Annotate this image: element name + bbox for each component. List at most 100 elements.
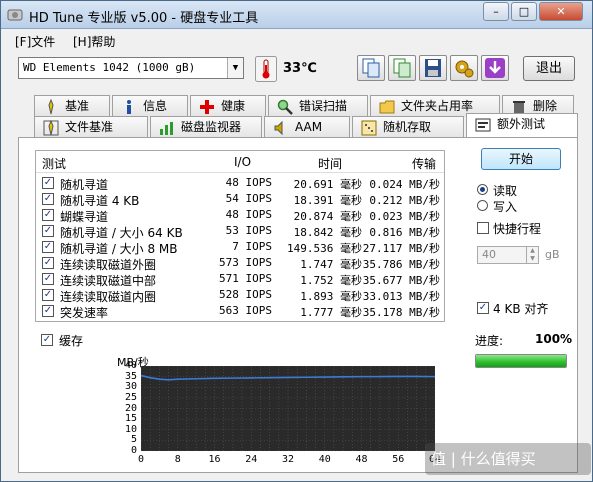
progress-label: 进度: [475, 334, 504, 348]
tab-info[interactable]: 信息 [112, 95, 188, 117]
row-checkbox[interactable]: ✓ [42, 289, 54, 301]
extra-tests-panel: 测试 I/O 时间 传输 ✓ 随机寻道 48 IOPS 20.691 毫秒 0.024 … [18, 137, 578, 473]
tab-label: 磁盘监视器 [181, 120, 242, 134]
quick-stroke-checkbox[interactable]: 快捷行程 [477, 220, 567, 236]
row-checkbox[interactable]: ✓ [42, 209, 54, 221]
tab-label: 信息 [143, 99, 168, 113]
maximize-button[interactable]: □ [511, 2, 537, 21]
copy-all-icon [393, 58, 411, 78]
random-access-icon [361, 120, 377, 136]
toolbar: WD Elements 1042 (1000 gB) ▼ 33℃ 退出 [1, 53, 592, 87]
align-4kb-checkbox[interactable]: ✓ 4 KB 对齐 [477, 300, 577, 316]
folder-usage-icon [379, 100, 395, 114]
row-iops: 571 IOPS [219, 272, 272, 285]
row-time: 1.752 毫秒 [300, 274, 362, 287]
row-iops: 7 IOPS [232, 240, 272, 253]
row-iops: 53 IOPS [225, 224, 272, 237]
tab-label: 随机存取 [383, 120, 432, 134]
menu-help[interactable]: [H]帮助 [73, 33, 115, 50]
y-tick-label: 15 [124, 413, 137, 425]
checkbox[interactable]: ✓ [477, 302, 489, 314]
table-row[interactable]: ✓ 蝴蝶寻道 48 IOPS 20.874 毫秒 0.023 MB/秒 [36, 207, 444, 224]
table-row[interactable]: ✓ 随机寻道 4 KB 54 IOPS 18.391 毫秒 0.212 MB/秒 [36, 191, 444, 208]
row-checkbox[interactable]: ✓ [42, 305, 54, 317]
table-row[interactable]: ✓ 随机寻道 48 IOPS 20.691 毫秒 0.024 MB/秒 [36, 175, 444, 192]
write-label: 写入 [493, 200, 518, 214]
error-scan-icon [277, 99, 293, 115]
table-row[interactable]: ✓ 随机寻道 / 大小 64 KB 53 IOPS 18.842 毫秒 0.816 MB… [36, 223, 444, 240]
start-button[interactable]: 开始 [481, 148, 561, 170]
tab-file-benchmark[interactable]: 文件基准 [34, 116, 148, 138]
y-tick-label: 20 [124, 402, 137, 414]
options-button[interactable] [450, 55, 478, 81]
table-row[interactable]: ✓ 随机寻道 / 大小 8 MB 7 IOPS 149.536 毫秒 27.117 MB… [36, 239, 444, 256]
close-button[interactable]: ✕ [539, 2, 583, 21]
row-checkbox[interactable]: ✓ [42, 241, 54, 253]
read-radio[interactable]: 读取 [477, 182, 567, 198]
exit-button[interactable]: 退出 [523, 56, 575, 81]
row-checkbox[interactable]: ✓ [42, 225, 54, 237]
progress-percent: 100% [535, 332, 573, 346]
row-checkbox[interactable]: ✓ [42, 193, 54, 205]
tab-random-access[interactable]: 随机存取 [352, 116, 464, 138]
minimize-button[interactable]: – [483, 2, 509, 21]
tab-label: AAM [295, 120, 323, 134]
tab-error-scan[interactable]: 错误扫描 [268, 95, 368, 117]
table-row[interactable]: ✓ 连续读取磁道外圈 573 IOPS 1.747 毫秒 35.786 MB/秒 [36, 255, 444, 272]
quick-stroke-spinner[interactable]: 40 ▲ ▼ [477, 246, 539, 264]
tab-extra-tests[interactable]: 额外测试 [466, 113, 578, 137]
copy-info-button[interactable] [357, 55, 385, 81]
title-bar[interactable]: HD Tune 专业版 v5.00 - 硬盘专业工具 – □ ✕ [1, 1, 592, 29]
radio-button[interactable] [477, 200, 488, 211]
radio-button[interactable] [477, 184, 488, 195]
spinner-arrows-icon[interactable]: ▲ ▼ [526, 247, 538, 263]
tab-disk-monitor[interactable]: 磁盘监视器 [150, 116, 262, 138]
chevron-down-icon[interactable]: ▼ [227, 58, 243, 78]
copy-all-button[interactable] [388, 55, 416, 81]
row-checkbox[interactable]: ✓ [42, 257, 54, 269]
row-iops: 48 IOPS [225, 208, 272, 221]
save-button[interactable] [419, 55, 447, 81]
row-time: 1.747 毫秒 [300, 258, 362, 271]
row-transfer: 0.212 MB/秒 [369, 194, 440, 207]
progress-bar [475, 354, 567, 368]
tab-label: 文件夹占用率 [401, 99, 474, 113]
disk-monitor-icon [160, 122, 173, 135]
tab-health[interactable]: 健康 [190, 95, 266, 117]
row-transfer: 35.178 MB/秒 [362, 306, 440, 319]
table-row[interactable]: ✓ 连续读取磁道内圈 528 IOPS 1.893 毫秒 33.013 MB/秒 [36, 287, 444, 304]
transfer-chart: MB/秒 0 5 10 15 20 25 30 35 40 0 8 16 24 32 40 48 56 64 [115, 354, 455, 470]
table-row[interactable]: ✓ 突发速率 563 IOPS 1.777 毫秒 35.178 MB/秒 [36, 303, 444, 320]
tab-benchmark[interactable]: 基准 [34, 95, 110, 117]
header-time: 时间 [318, 157, 343, 171]
tab-label: 错误扫描 [299, 99, 348, 113]
row-transfer: 27.117 MB/秒 [362, 242, 440, 255]
menu-bar: [F]文件 [H]帮助 [1, 30, 592, 50]
row-checkbox[interactable]: ✓ [42, 177, 54, 189]
row-iops: 48 IOPS [225, 176, 272, 189]
table-row[interactable]: ✓ 连续读取磁道中部 571 IOPS 1.752 毫秒 35.677 MB/秒 [36, 271, 444, 288]
checkbox[interactable]: ✓ [41, 334, 53, 346]
header-transfer: 传输 [412, 157, 437, 171]
health-icon [200, 100, 214, 114]
x-tick-label: 32 [281, 454, 295, 465]
progress-fill [476, 355, 566, 367]
y-tick-label: 35 [124, 370, 137, 382]
menu-file[interactable]: [F]文件 [15, 33, 55, 50]
download-button[interactable] [481, 55, 509, 81]
cache-checkbox[interactable]: ✓ 缓存 [41, 332, 101, 348]
drive-select-value: WD Elements 1042 (1000 gB) [23, 61, 196, 74]
y-tick-label: 10 [124, 423, 137, 435]
row-time: 18.842 毫秒 [293, 226, 362, 239]
row-transfer: 35.677 MB/秒 [362, 274, 440, 287]
tab-aam[interactable]: AAM [264, 116, 350, 138]
cache-label: 缓存 [59, 334, 84, 348]
row-transfer: 0.024 MB/秒 [369, 178, 440, 191]
drive-select[interactable]: WD Elements 1042 (1000 gB) ▼ [18, 57, 244, 79]
checkbox[interactable] [477, 222, 489, 234]
speaker-icon [274, 120, 283, 136]
row-transfer: 35.786 MB/秒 [362, 258, 440, 271]
x-tick-label: 24 [245, 454, 258, 465]
write-radio[interactable]: 写入 [477, 198, 567, 214]
row-checkbox[interactable]: ✓ [42, 273, 54, 285]
